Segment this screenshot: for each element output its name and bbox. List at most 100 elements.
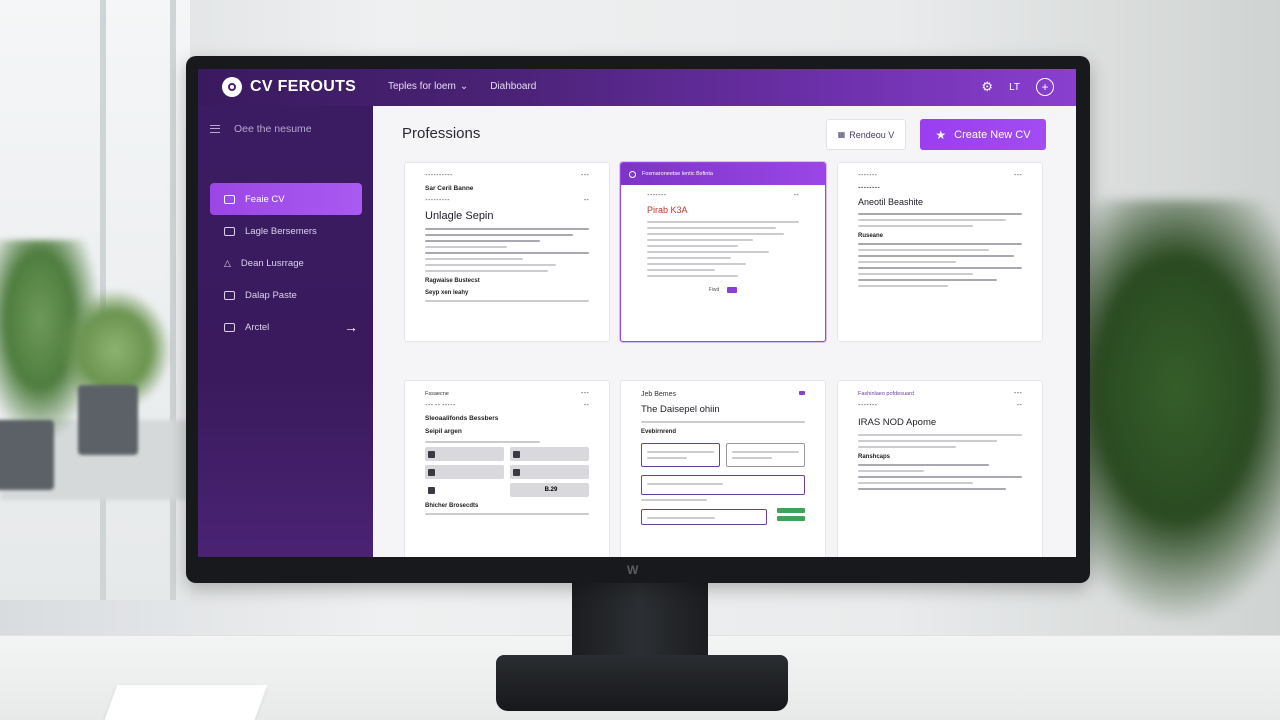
skill-chip — [510, 465, 589, 479]
text-line — [858, 464, 990, 466]
text-line — [647, 227, 777, 229]
skill-chip — [425, 465, 504, 479]
text-line — [425, 258, 524, 260]
text-line — [425, 240, 540, 242]
template-card[interactable]: ⁃⁃⁃⁃⁃⁃⁃ ⁃⁃⁃ ⁃⁃⁃⁃⁃⁃⁃⁃ Aneotil Beashite Rus… — [837, 162, 1043, 342]
text-line — [858, 488, 1006, 490]
star-icon: ★ — [935, 127, 947, 142]
text-line — [858, 255, 1014, 257]
triangle-icon: △ — [224, 257, 231, 268]
card-meta: Fssaecne ⁃⁃⁃ — [425, 391, 589, 397]
card-section: Evebirnrend — [641, 429, 677, 435]
menu-icon[interactable] — [210, 125, 220, 133]
text-line — [858, 476, 1022, 478]
sidebar-item-label: Arctel — [245, 321, 270, 333]
nav-templates-label: Teples for loem — [388, 81, 456, 92]
text-line — [858, 482, 973, 484]
grid-icon: ▦ — [837, 130, 846, 139]
card-meta: ⁃⁃⁃⁃⁃⁃⁃ ⁃⁃ — [858, 403, 1022, 409]
text-line — [647, 269, 716, 271]
user-initials[interactable]: LT — [1009, 82, 1020, 93]
create-new-cv-label: Create New CV — [954, 128, 1031, 141]
template-card[interactable]: Fashinlaeo pofdesuard ⁃⁃⁃ ⁃⁃⁃⁃⁃⁃⁃ ⁃⁃ IRAS … — [837, 380, 1043, 557]
text-line — [858, 273, 973, 275]
app-screen: CV FEROUTS Teples for loem ⌄ Diahboard ⚙… — [198, 69, 1076, 557]
text-line — [858, 440, 998, 442]
card-top-label: Fssaecne — [425, 391, 449, 397]
page-title: Professions — [402, 125, 481, 142]
chip-icon — [513, 468, 520, 476]
card-box-row — [641, 505, 805, 529]
card-section: Ranshcaps — [858, 454, 891, 460]
text-line — [647, 257, 731, 259]
chip-value: B.29 — [544, 487, 558, 493]
card-section: Seipil argen — [425, 428, 462, 435]
secondary-button-label: Rendeou V — [849, 129, 895, 140]
top-bar: CV FEROUTS Teples for loem ⌄ Diahboard ⚙… — [198, 69, 1076, 106]
text-line — [647, 245, 739, 247]
card-meta: Fashinlaeo pofdesuard ⁃⁃⁃ — [858, 391, 1022, 397]
card-title: IRAS NOD Apome — [858, 417, 937, 428]
card-title: Aneotil Beashite — [858, 197, 924, 207]
monitor-stand-base — [496, 655, 788, 711]
sidebar-item-label: Dean Lusrrage — [240, 257, 304, 269]
card-meta: ⁃⁃⁃⁃⁃⁃⁃⁃⁃⁃ ⁃⁃⁃ — [425, 173, 589, 179]
card-top-label: ⁃⁃⁃⁃⁃⁃⁃⁃ — [858, 185, 880, 191]
text-line — [858, 446, 957, 448]
secondary-button[interactable]: ▦ Rendeou V — [826, 119, 906, 150]
skill-chip — [510, 447, 589, 461]
text-line — [647, 239, 754, 241]
card-title: Pirab K3A — [647, 205, 799, 215]
template-card[interactable]: Fssaecne ⁃⁃⁃ ⁃⁃⁃ ⁃⁃ ⁃⁃⁃⁃⁃ ⁃⁃ Sleoaalifonds… — [404, 380, 610, 557]
sidebar-search[interactable]: Oee the nesume — [210, 123, 312, 135]
sidebar-item-feaie-cv[interactable]: Feaie CV — [210, 183, 362, 215]
card-section: Ruseane — [858, 233, 884, 239]
folder-icon — [224, 226, 235, 236]
skill-chip — [425, 447, 504, 461]
sidebar-search-placeholder: Oee the nesume — [234, 123, 312, 135]
desk-paper — [102, 685, 268, 720]
chip-icon — [428, 486, 435, 494]
text-line — [858, 243, 1022, 245]
template-card[interactable]: ⁃⁃⁃⁃⁃⁃⁃⁃⁃⁃ ⁃⁃⁃ Sar Ceril Banne ⁃⁃⁃⁃⁃⁃⁃⁃⁃ ⁃… — [404, 162, 610, 342]
text-line — [858, 285, 949, 287]
card-section: Ragwaise Bustecst — [425, 278, 480, 284]
sidebar-item-dalap-paste[interactable]: Dalap Paste — [210, 279, 362, 311]
content-box — [726, 443, 805, 467]
chip-row — [425, 465, 589, 479]
sidebar-item-lagle-bersemers[interactable]: Lagle Bersemers — [210, 215, 362, 247]
document-icon — [224, 194, 235, 204]
check-circle-icon — [629, 170, 636, 178]
skill-chip — [425, 483, 504, 497]
settings-gear-icon[interactable]: ⚙ — [981, 79, 993, 95]
sidebar-item-dean-lusrrage[interactable]: △ Dean Lusrrage — [210, 247, 362, 279]
create-new-cv-button[interactable]: ★ Create New CV — [920, 119, 1046, 150]
nav-templates[interactable]: Teples for loem ⌄ — [388, 81, 468, 92]
nav-dashboard-label: Diahboard — [490, 81, 537, 92]
template-card-selected[interactable]: Foxmaroneetse lentic Bsfinta ⁃⁃⁃⁃⁃⁃⁃ ⁃⁃ P… — [620, 162, 826, 342]
text-line — [858, 219, 1006, 221]
plant-pot — [78, 385, 138, 455]
image-icon — [224, 290, 235, 300]
text-line — [647, 233, 784, 235]
sidebar-item-arctel[interactable]: Arctel → — [210, 311, 362, 343]
content-box — [641, 475, 805, 495]
template-card[interactable]: Jeb Bemes The Daisepel ohiin Evebirnrend — [620, 380, 826, 557]
text-line — [858, 213, 1022, 215]
card-footer: Fiwd — [647, 287, 799, 293]
chip-row: B.29 — [425, 483, 589, 497]
use-template-button[interactable] — [727, 287, 738, 293]
plant-right — [1060, 200, 1280, 620]
text-line — [858, 267, 1022, 269]
arrow-right-icon[interactable]: → — [344, 319, 358, 335]
nav-dashboard[interactable]: Diahboard — [490, 81, 536, 92]
content-box — [641, 509, 767, 525]
sidebar-menu: Feaie CV Lagle Bersemers △ Dean Lusrrage… — [210, 183, 362, 343]
card-meta: ⁃⁃⁃⁃⁃⁃⁃ ⁃⁃⁃ — [858, 173, 1022, 179]
text-line — [858, 249, 990, 251]
add-icon[interactable]: + — [1036, 78, 1054, 96]
sidebar: Oee the nesume Feaie CV Lagle Bersemers … — [198, 106, 373, 557]
card-meta: Jeb Bemes — [641, 391, 805, 398]
brand[interactable]: CV FEROUTS — [222, 77, 356, 97]
sidebar-item-label: Feaie CV — [245, 193, 285, 205]
